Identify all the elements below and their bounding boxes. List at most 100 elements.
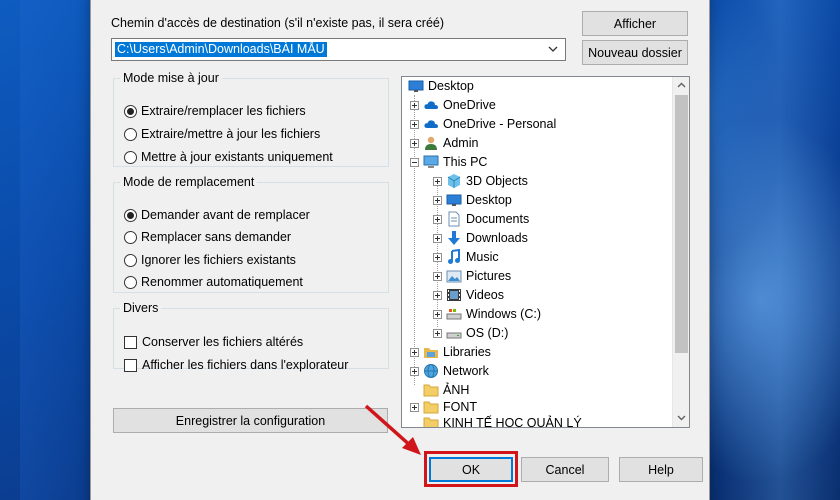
document-icon [448, 211, 460, 227]
checkbox-unchecked[interactable] [124, 335, 137, 349]
expand-icon[interactable] [410, 347, 419, 357]
tree-item-label: Downloads [466, 231, 528, 245]
expand-icon[interactable] [433, 290, 442, 300]
expand-icon[interactable] [433, 309, 442, 319]
tree-item-label: Libraries [443, 345, 491, 359]
overwrite-mode-option[interactable]: Renommer automatiquement [124, 275, 303, 289]
tree-item-admin[interactable]: Admin [410, 134, 478, 152]
drive-icon [446, 332, 462, 339]
tree-item-desktop[interactable]: Desktop [408, 77, 474, 95]
overwrite-mode-legend: Mode de remplacement [123, 175, 255, 189]
tree-item-label: Music [466, 250, 499, 264]
scrollbar-thumb[interactable] [675, 95, 688, 353]
tree-item-label: KINH TẾ HỌC QUẢN LÝ [443, 416, 582, 428]
expand-icon[interactable] [433, 195, 442, 205]
expand-icon[interactable] [410, 119, 419, 129]
wallpaper-light-beam [720, 0, 840, 500]
folder-icon [423, 417, 439, 427]
radio-selected[interactable] [124, 208, 137, 222]
expand-icon[interactable] [433, 271, 442, 281]
tree-item-label: This PC [443, 155, 488, 169]
cube-icon [447, 174, 461, 188]
expand-icon[interactable] [433, 252, 442, 262]
tree-item-label: Videos [466, 288, 504, 302]
destination-path-combobox[interactable]: C:\Users\Admin\Downloads\BÀI MẪU [111, 38, 566, 61]
save-configuration-button[interactable]: Enregistrer la configuration [113, 408, 388, 433]
update-mode-option[interactable]: Extraire/mettre à jour les fichiers [124, 127, 320, 141]
radio-unselected[interactable] [124, 230, 137, 244]
update-mode-option[interactable]: Extraire/remplacer les fichiers [124, 104, 306, 118]
destination-path-label: Chemin d'accès de destination (s'il n'ex… [111, 16, 445, 30]
radio-unselected[interactable] [124, 275, 137, 289]
misc-group: Divers Conserver les fichiers altérés Af… [113, 301, 389, 372]
misc-option[interactable]: Afficher les fichiers dans l'explorateur [124, 358, 348, 372]
tree-item-windows-c[interactable]: Windows (C:) [433, 305, 541, 323]
music-icon [448, 249, 460, 264]
folder-icon [423, 384, 439, 397]
radio-unselected[interactable] [124, 150, 137, 164]
option-label: Renommer automatiquement [141, 275, 303, 289]
tree-item-label: Admin [443, 136, 479, 150]
tree-item-label: Network [443, 364, 489, 378]
option-label: Extraire/mettre à jour les fichiers [141, 127, 321, 141]
misc-option[interactable]: Conserver les fichiers altérés [124, 335, 303, 349]
expand-icon[interactable] [410, 100, 419, 110]
collapse-icon[interactable] [410, 157, 419, 167]
scroll-down-arrow-icon[interactable] [676, 412, 687, 423]
overwrite-mode-option[interactable]: Remplacer sans demander [124, 230, 291, 244]
expand-icon[interactable] [410, 366, 419, 376]
update-mode-group: Mode mise à jour Extraire/remplacer les … [113, 71, 389, 167]
tree-item-music[interactable]: Music [433, 248, 499, 266]
user-icon [425, 136, 437, 150]
new-folder-button[interactable]: Nouveau dossier [582, 40, 688, 65]
radio-unselected[interactable] [124, 127, 137, 141]
tree-item-anh[interactable]: ẢNH [410, 381, 469, 399]
tree-item-network[interactable]: Network [410, 362, 489, 380]
tree-item-3d-objects[interactable]: 3D Objects [433, 172, 528, 190]
video-icon [447, 289, 461, 301]
download-icon [448, 231, 460, 245]
radio-unselected[interactable] [124, 253, 137, 267]
expand-icon[interactable] [433, 233, 442, 243]
overwrite-mode-option[interactable]: Ignorer les fichiers existants [124, 253, 296, 267]
tree-item-kinh-te-hoc-quan-ly[interactable]: KINH TẾ HỌC QUẢN LÝ [410, 414, 582, 428]
expand-icon[interactable] [433, 328, 442, 338]
option-label: Conserver les fichiers altérés [142, 335, 304, 349]
desktop-icon [446, 194, 462, 206]
expand-icon[interactable] [410, 402, 419, 412]
help-button[interactable]: Help [619, 457, 703, 482]
cancel-button[interactable]: Cancel [521, 457, 609, 482]
tree-item-os-d[interactable]: OS (D:) [433, 324, 508, 342]
tree-item-label: Pictures [466, 269, 512, 283]
expand-icon[interactable] [433, 214, 442, 224]
tree-item-pictures[interactable]: Pictures [433, 267, 511, 285]
folder-tree[interactable]: Desktop OneDrive OneDrive - Personal Adm… [401, 76, 690, 428]
computer-icon [423, 155, 439, 168]
tree-item-downloads[interactable]: Downloads [433, 229, 528, 247]
tree-item-videos[interactable]: Videos [433, 286, 504, 304]
chevron-down-icon[interactable] [546, 42, 560, 56]
checkbox-unchecked[interactable] [124, 358, 137, 372]
update-mode-option[interactable]: Mettre à jour existants uniquement [124, 150, 333, 164]
tree-item-label: Windows (C:) [466, 307, 542, 321]
option-label: Afficher les fichiers dans l'explorateur [142, 358, 349, 372]
tree-item-label: OS (D:) [466, 326, 509, 340]
show-button[interactable]: Afficher [582, 11, 688, 36]
option-label: Extraire/remplacer les fichiers [141, 104, 306, 118]
overwrite-mode-option[interactable]: Demander avant de remplacer [124, 208, 310, 222]
option-label: Demander avant de remplacer [141, 208, 310, 222]
tree-item-onedrive-personal[interactable]: OneDrive - Personal [410, 115, 556, 133]
tree-item-onedrive[interactable]: OneDrive [410, 96, 496, 114]
scroll-up-arrow-icon[interactable] [676, 80, 687, 91]
expand-icon[interactable] [433, 176, 442, 186]
tree-item-documents[interactable]: Documents [433, 210, 529, 228]
radio-selected[interactable] [124, 104, 137, 118]
tree-item-libraries[interactable]: Libraries [410, 343, 491, 361]
extraction-options-dialog: Chemin d'accès de destination (s'il n'ex… [90, 0, 710, 500]
tree-item-desktop-sub[interactable]: Desktop [433, 191, 512, 209]
tree-scrollbar[interactable] [672, 77, 689, 427]
tree-item-this-pc[interactable]: This PC [410, 153, 487, 171]
expand-icon[interactable] [410, 138, 419, 148]
destination-path-value[interactable]: C:\Users\Admin\Downloads\BÀI MẪU [115, 42, 327, 57]
tree-item-label: OneDrive [443, 98, 496, 112]
